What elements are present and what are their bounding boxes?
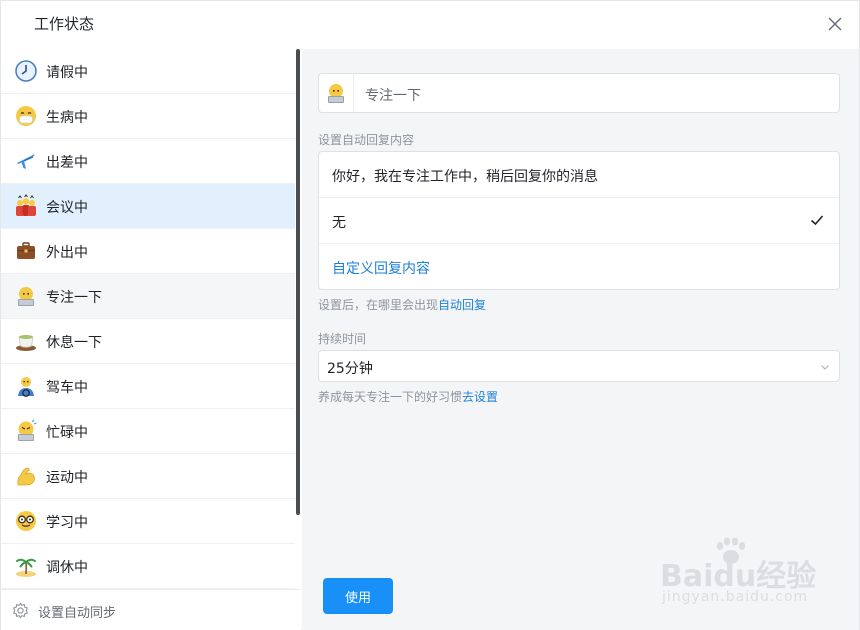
busy-face-icon — [14, 419, 38, 443]
status-list-scrollbar[interactable] — [295, 49, 301, 589]
clock-icon — [14, 59, 38, 83]
status-name-text: 专注一下 — [365, 88, 421, 104]
airplane-icon — [14, 149, 38, 173]
status-item-label: 运动中 — [46, 470, 88, 486]
status-item[interactable]: 会议中 — [1, 184, 295, 229]
habit-settings-link[interactable]: 去设置 — [462, 390, 498, 404]
work-status-dialog: 工作状态 请假中 生病中 出差中 会议中 外出中 专注一下 休息一下 驾车中 忙碌中 运动中 学习中… — [0, 0, 860, 630]
status-item[interactable]: 生病中 — [1, 94, 295, 139]
palm-island-icon — [14, 554, 38, 578]
focus-laptop-face-icon — [328, 84, 344, 103]
baidu-jingyan-watermark: Baidu经验 jingyan.baidu.com — [660, 537, 820, 617]
status-item[interactable]: 忙碌中 — [1, 409, 295, 454]
habit-hint: 养成每天专注一下的好习惯去设置 — [318, 388, 498, 405]
habit-hint-text: 养成每天专注一下的好习惯 — [318, 390, 463, 404]
duration-label: 持续时间 — [318, 332, 367, 346]
driving-person-icon — [14, 374, 38, 398]
gear-icon — [13, 602, 28, 619]
status-item[interactable]: 调休中 — [1, 544, 295, 589]
reply-option-text: 无 — [332, 215, 346, 231]
status-item-label: 学习中 — [46, 515, 88, 531]
chevron-down-icon — [821, 365, 829, 370]
status-sidebar: 请假中生病中出差中会议中外出中专注一下休息一下驾车中忙碌中运动中学习中调休中 设… — [1, 49, 301, 630]
flexed-arm-icon — [14, 464, 38, 488]
status-item[interactable]: 专注一下 — [1, 274, 295, 319]
auto-sync-settings[interactable]: 设置自动同步 — [1, 589, 301, 630]
custom-reply-link-row[interactable]: 自定义回复内容 — [319, 244, 839, 290]
status-item[interactable]: 请假中 — [1, 49, 295, 94]
status-item-label: 专注一下 — [46, 290, 102, 306]
check-icon — [810, 215, 824, 226]
meeting-people-icon — [14, 194, 38, 218]
status-item-label: 生病中 — [46, 110, 88, 126]
status-item-label: 请假中 — [46, 65, 88, 81]
auto-sync-label: 设置自动同步 — [38, 606, 117, 621]
auto-reply-help-link[interactable]: 自动回复 — [438, 298, 486, 312]
reply-option-text: 你好，我在专注工作中，稍后回复你的消息 — [332, 169, 598, 185]
custom-reply-link[interactable]: 自定义回复内容 — [332, 258, 430, 278]
duration-value: 25分钟 — [327, 361, 373, 377]
scrollbar-thumb[interactable] — [296, 49, 300, 515]
status-name-input[interactable]: 专注一下 — [318, 73, 840, 113]
status-item-label: 驾车中 — [46, 380, 88, 396]
reply-option-none[interactable]: 无 — [319, 198, 839, 244]
reply-option-focus-message[interactable]: 你好，我在专注工作中，稍后回复你的消息 — [319, 152, 839, 198]
status-item[interactable]: 外出中 — [1, 229, 295, 274]
status-item-label: 会议中 — [46, 200, 88, 216]
nerd-glasses-face-icon — [14, 509, 38, 533]
tea-cup-icon — [14, 329, 38, 353]
auto-reply-hint: 设置后，在哪里会出现自动回复 — [318, 296, 486, 313]
status-item[interactable]: 驾车中 — [1, 364, 295, 409]
use-button[interactable]: 使用 — [323, 578, 393, 614]
status-emoji-picker[interactable] — [319, 74, 354, 112]
sick-mask-face-icon — [14, 104, 38, 128]
close-icon[interactable] — [825, 14, 845, 34]
status-item-label: 外出中 — [46, 245, 88, 261]
status-list: 请假中生病中出差中会议中外出中专注一下休息一下驾车中忙碌中运动中学习中调休中 — [1, 49, 295, 589]
duration-select[interactable]: 25分钟 — [318, 350, 840, 382]
status-item[interactable]: 学习中 — [1, 499, 295, 544]
dialog-title: 工作状态 — [34, 15, 95, 33]
dialog-title-bar: 工作状态 — [1, 1, 859, 49]
status-item-label: 出差中 — [46, 155, 88, 171]
watermark-url: jingyan.baidu.com — [662, 589, 809, 605]
status-item-label: 忙碌中 — [46, 425, 88, 441]
status-item[interactable]: 出差中 — [1, 139, 295, 184]
auto-reply-section-label: 设置自动回复内容 — [318, 133, 415, 147]
auto-reply-options: 你好，我在专注工作中，稍后回复你的消息 无 自定义回复内容 — [318, 151, 840, 290]
status-item-label: 休息一下 — [46, 335, 102, 351]
status-item[interactable]: 休息一下 — [1, 319, 295, 364]
focus-laptop-face-icon — [14, 284, 38, 308]
status-item[interactable]: 运动中 — [1, 454, 295, 499]
status-item-label: 调休中 — [46, 560, 88, 576]
briefcase-icon — [14, 239, 38, 263]
auto-reply-hint-text: 设置后，在哪里会出现 — [318, 298, 439, 312]
